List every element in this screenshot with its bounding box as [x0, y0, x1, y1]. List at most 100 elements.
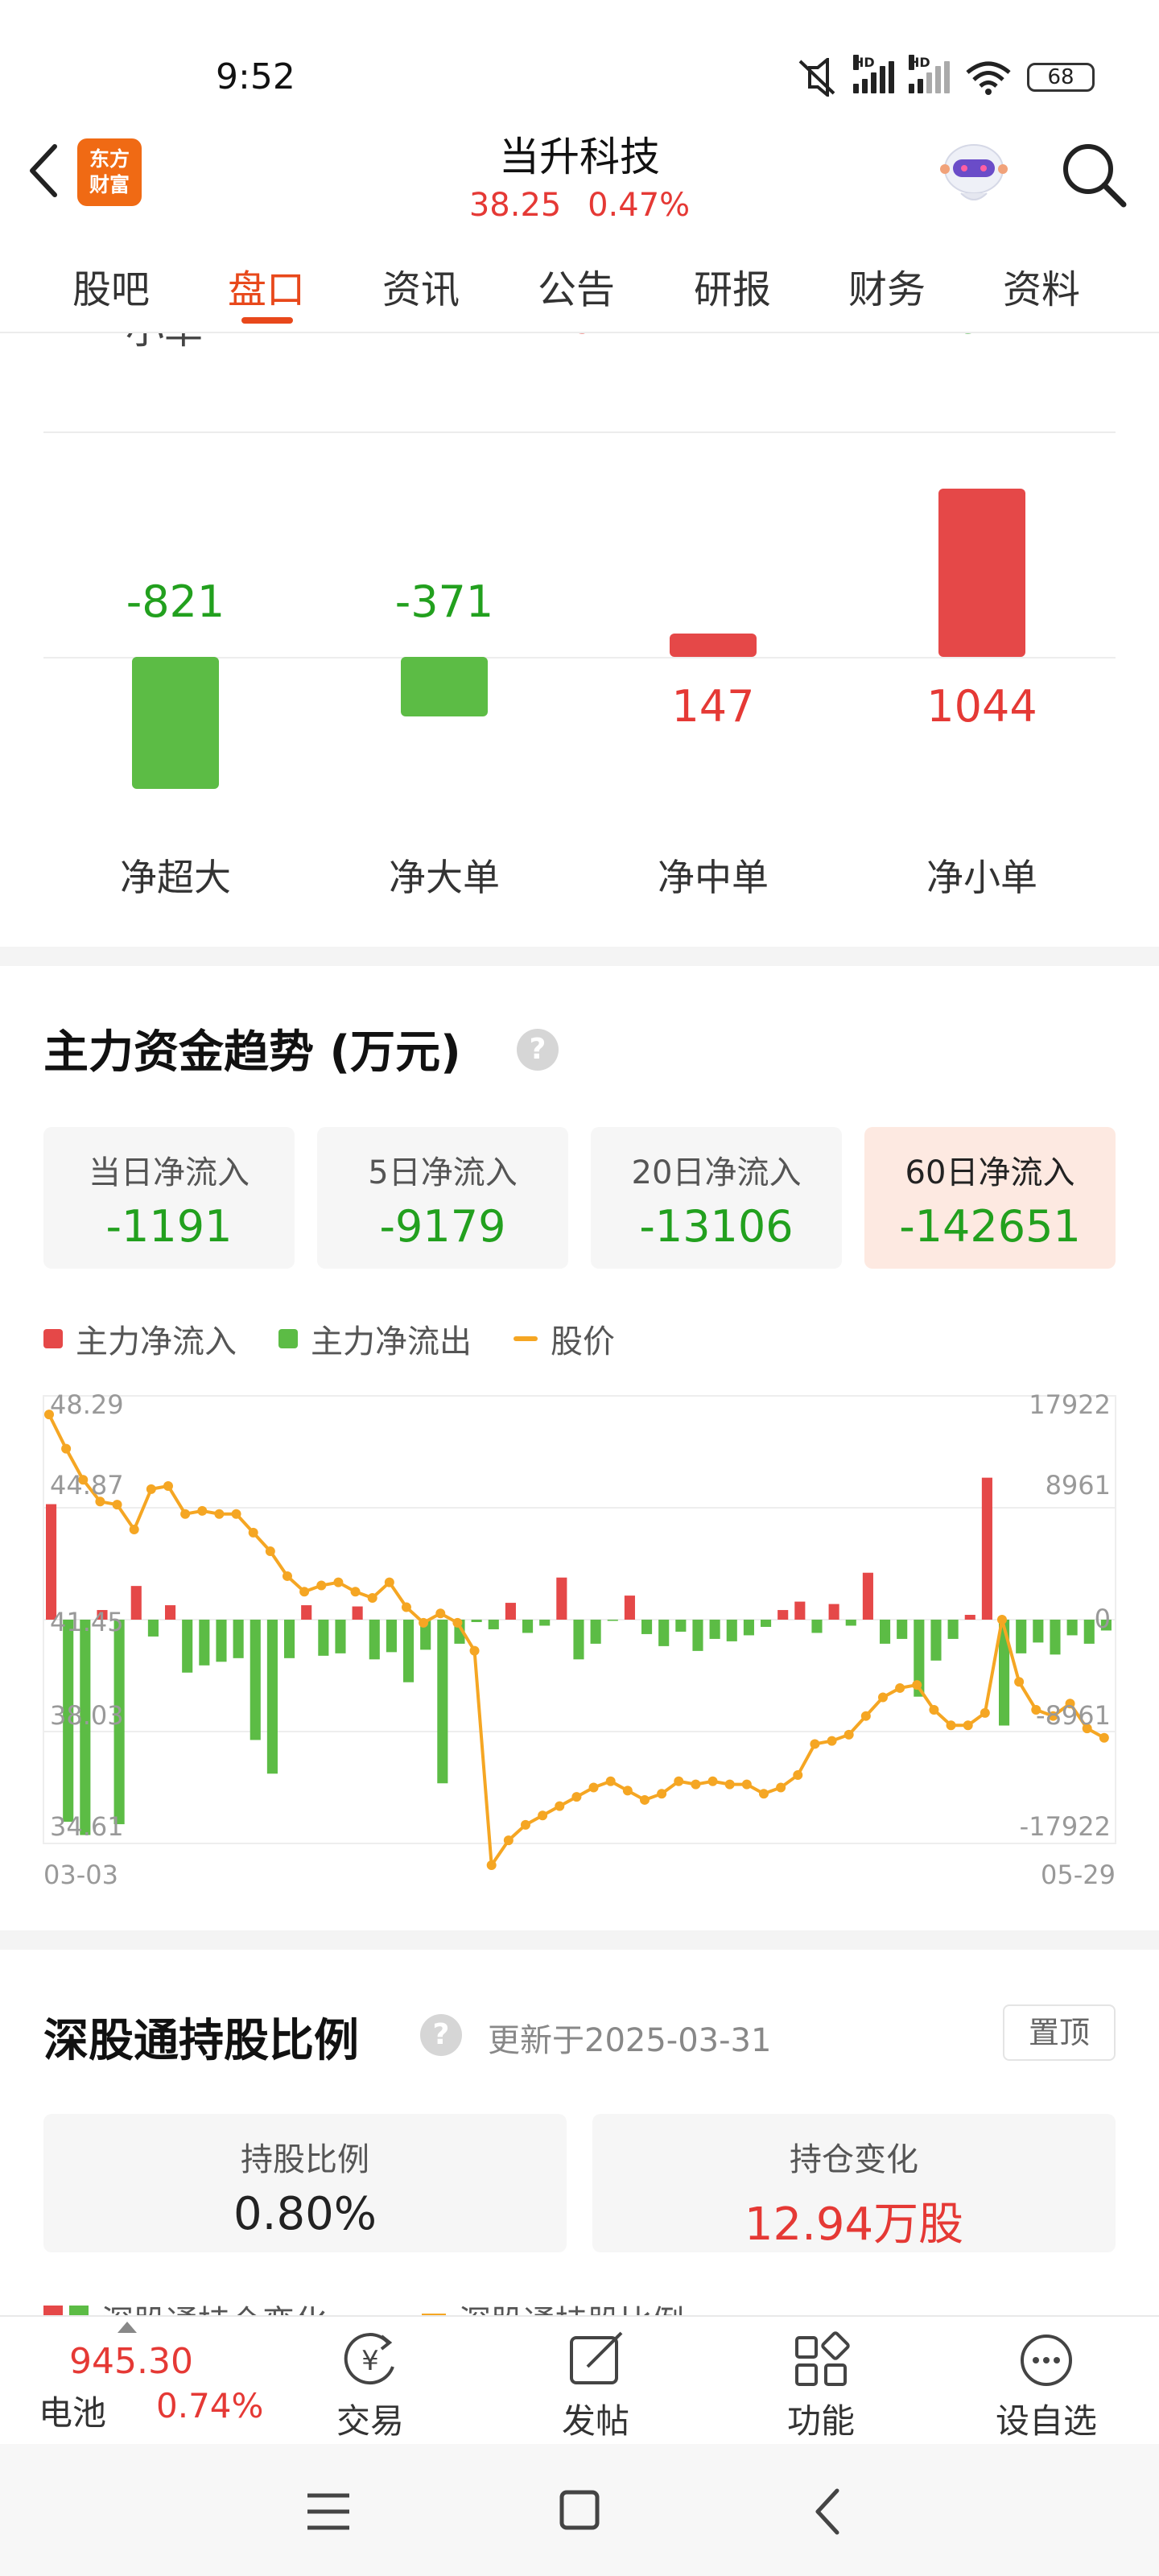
price-point	[724, 1779, 735, 1790]
pin-top-button[interactable]: 置顶	[1003, 2004, 1116, 2061]
home-nav-icon[interactable]	[547, 2479, 612, 2544]
stock-change-pct: 0.47%	[588, 187, 691, 224]
flow-bar	[539, 1620, 551, 1626]
szconnect-title: 深股通持股比例	[43, 2015, 359, 2067]
price-point	[895, 1682, 905, 1693]
assistant-robot-icon[interactable]	[934, 135, 1014, 213]
left-tick-label: 34.61	[50, 1811, 124, 1842]
price-point	[980, 1707, 990, 1718]
price-point	[929, 1704, 939, 1715]
flow-bar	[1066, 1620, 1078, 1636]
price-point	[282, 1571, 292, 1581]
fund-trend-chart[interactable]: 48.29 44.87 41.45 38.03 34.61 17922 8961 0 -8961…	[0, 1385, 1159, 1900]
flow-bar	[216, 1620, 227, 1662]
price-point	[776, 1782, 786, 1793]
flow-bar	[794, 1601, 806, 1620]
tab-finance[interactable]: 财务	[848, 258, 926, 314]
flow-card-5d[interactable]: 5日净流入 -9179	[317, 1127, 568, 1269]
flow-card-20d[interactable]: 20日净流入 -13106	[591, 1127, 842, 1269]
net-order-bar	[401, 657, 488, 717]
flow-bar	[250, 1620, 261, 1740]
flow-bar	[437, 1620, 448, 1784]
price-point	[860, 1711, 871, 1721]
flow-bar	[726, 1620, 737, 1641]
flow-bar	[318, 1620, 329, 1656]
price-point	[419, 1617, 429, 1628]
tab-news[interactable]: 资讯	[382, 258, 460, 314]
flow-bar	[147, 1620, 159, 1637]
legend-outflow: 主力净流出	[278, 1315, 472, 1362]
price-point	[793, 1770, 803, 1781]
flow-bar	[471, 1620, 482, 1622]
price-point	[231, 1509, 241, 1519]
flow-bar	[675, 1620, 687, 1632]
flow-bar	[930, 1620, 942, 1661]
post-button[interactable]: 发帖	[523, 2328, 668, 2443]
price-point	[912, 1680, 922, 1690]
trade-button[interactable]: ¥ 交易	[298, 2328, 443, 2443]
tab-guba[interactable]: 股吧	[72, 258, 150, 314]
stock-price: 38.25	[468, 187, 562, 224]
hold-change-card: 持仓变化 12.94万股	[592, 2114, 1116, 2252]
left-tick-label: 38.03	[50, 1700, 124, 1731]
price-point	[469, 1645, 480, 1656]
legend-inflow: 主力净流入	[43, 1315, 237, 1362]
help-icon[interactable]: ?	[420, 2014, 462, 2056]
net-order-bar	[938, 489, 1025, 657]
net-order-label: 净大单	[389, 856, 500, 899]
right-tick-label: 17922	[1029, 1389, 1111, 1420]
tab-profile[interactable]: 资料	[1003, 258, 1080, 314]
flow-bar	[981, 1477, 992, 1620]
hold-ratio-card: 持股比例 0.80%	[43, 2114, 567, 2252]
price-point	[877, 1692, 888, 1703]
left-tick-label: 41.45	[50, 1607, 124, 1637]
flow-bar	[947, 1620, 959, 1639]
caret-up-icon	[118, 2322, 137, 2333]
edit-icon	[570, 2331, 623, 2384]
price-point	[146, 1484, 156, 1494]
flow-bar	[1016, 1620, 1027, 1653]
price-point	[61, 1443, 72, 1454]
flow-bar	[573, 1620, 584, 1660]
legend-price: 股价	[514, 1315, 615, 1362]
back-nav-icon[interactable]	[798, 2479, 863, 2544]
tab-announcements[interactable]: 公告	[538, 258, 615, 314]
flow-bar	[284, 1620, 295, 1658]
menu-nav-icon[interactable]	[296, 2479, 361, 2544]
flow-card-60d[interactable]: 60日净流入 -142651	[864, 1127, 1116, 1269]
search-icon[interactable]	[1058, 138, 1130, 211]
price-point	[452, 1617, 463, 1628]
flow-bar	[761, 1620, 772, 1627]
divider	[43, 431, 1116, 433]
net-order-value: -371	[394, 576, 494, 627]
flow-bar	[46, 1504, 57, 1620]
functions-button[interactable]: 功能	[749, 2328, 893, 2443]
status-bar: 9:52 HD HD 68	[0, 0, 1159, 121]
price-point	[1099, 1732, 1109, 1743]
tab-pankou[interactable]: 盘口	[228, 258, 305, 314]
svg-text:¥: ¥	[361, 2345, 379, 2377]
price-point	[112, 1500, 122, 1510]
flow-bar	[641, 1620, 653, 1634]
right-tick-label: -8961	[1036, 1700, 1111, 1731]
tab-research[interactable]: 研报	[694, 258, 771, 314]
left-tick-label: 48.29	[50, 1389, 124, 1420]
signal-2-icon: HD	[909, 55, 950, 93]
add-watchlist-button[interactable]: 设自选	[974, 2328, 1119, 2443]
status-time: 9:52	[216, 56, 295, 97]
flow-bar	[845, 1620, 856, 1626]
price-point	[741, 1779, 752, 1790]
price-point	[827, 1736, 837, 1746]
section-separator	[0, 947, 1159, 966]
right-tick-label: 8961	[1046, 1470, 1111, 1501]
price-point	[571, 1792, 582, 1802]
help-icon[interactable]: ?	[517, 1029, 559, 1071]
price-point	[384, 1577, 394, 1587]
price-point	[538, 1810, 548, 1821]
price-point	[555, 1801, 565, 1811]
flow-card-today[interactable]: 当日净流入 -1191	[43, 1127, 295, 1269]
system-nav-bar	[0, 2444, 1159, 2576]
price-point	[333, 1577, 344, 1587]
price-point	[674, 1776, 684, 1786]
net-order-label: 净中单	[658, 856, 769, 899]
